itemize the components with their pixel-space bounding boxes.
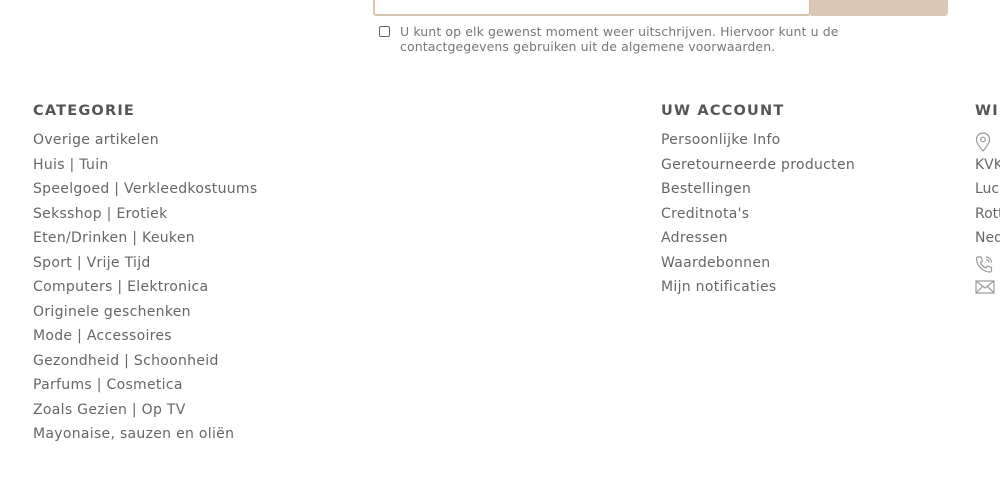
- categorie-link[interactable]: Sport | Vrije Tijd: [33, 251, 257, 276]
- categorie-link[interactable]: Computers | Elektronica: [33, 275, 257, 300]
- categorie-list: Overige artikelen Huis | Tuin Speelgoed …: [33, 128, 257, 447]
- categorie-link[interactable]: Eten/Drinken | Keuken: [33, 226, 257, 251]
- account-link[interactable]: Waardebonnen: [661, 251, 855, 276]
- account-link[interactable]: Geretourneerde producten: [661, 153, 855, 178]
- store-title: WI: [975, 103, 999, 119]
- categorie-link[interactable]: Huis | Tuin: [33, 153, 257, 178]
- footer-store-section: WI KVK Luc Rott Ned: [975, 102, 1000, 300]
- mail-icon[interactable]: [975, 275, 1000, 300]
- categorie-link[interactable]: Parfums | Cosmetica: [33, 373, 257, 398]
- footer-account-section: UW ACCOUNT Persoonlijke Info Geretournee…: [661, 102, 855, 300]
- newsletter-consent: U kunt op elk gewenst moment weer uitsch…: [379, 24, 879, 54]
- categorie-title: CATEGORIE: [33, 103, 136, 119]
- store-line: Luc: [975, 181, 1000, 197]
- store-line: Ned: [975, 230, 1000, 246]
- account-link[interactable]: Mijn notificaties: [661, 275, 855, 300]
- footer-categorie-section: CATEGORIE Overige artikelen Huis | Tuin …: [33, 102, 257, 447]
- categorie-link[interactable]: Mode | Accessoires: [33, 324, 257, 349]
- categorie-link[interactable]: Mayonaise, sauzen en oliën: [33, 422, 257, 447]
- account-title: UW ACCOUNT: [661, 103, 785, 119]
- account-link[interactable]: Bestellingen: [661, 177, 855, 202]
- map-pin-icon: [975, 128, 1000, 153]
- account-link[interactable]: Adressen: [661, 226, 855, 251]
- newsletter-submit-button[interactable]: [811, 0, 948, 16]
- account-list: Persoonlijke Info Geretourneerde product…: [661, 128, 855, 300]
- store-line: KVK: [975, 156, 1000, 173]
- newsletter-email-input[interactable]: [373, 0, 811, 16]
- consent-checkbox[interactable]: [379, 26, 390, 37]
- categorie-link[interactable]: Overige artikelen: [33, 128, 257, 153]
- categorie-link[interactable]: Seksshop | Erotiek: [33, 202, 257, 227]
- consent-text: U kunt op elk gewenst moment weer uitsch…: [400, 24, 839, 54]
- account-link[interactable]: Creditnota's: [661, 202, 855, 227]
- categorie-link[interactable]: Originele geschenken: [33, 300, 257, 325]
- categorie-link[interactable]: Gezondheid | Schoonheid: [33, 349, 257, 374]
- store-line: Rott: [975, 205, 1000, 222]
- phone-icon[interactable]: [975, 251, 1000, 276]
- categorie-link[interactable]: Speelgoed | Verkleedkostuums: [33, 177, 257, 202]
- account-link[interactable]: Persoonlijke Info: [661, 128, 855, 153]
- categorie-link[interactable]: Zoals Gezien | Op TV: [33, 398, 257, 423]
